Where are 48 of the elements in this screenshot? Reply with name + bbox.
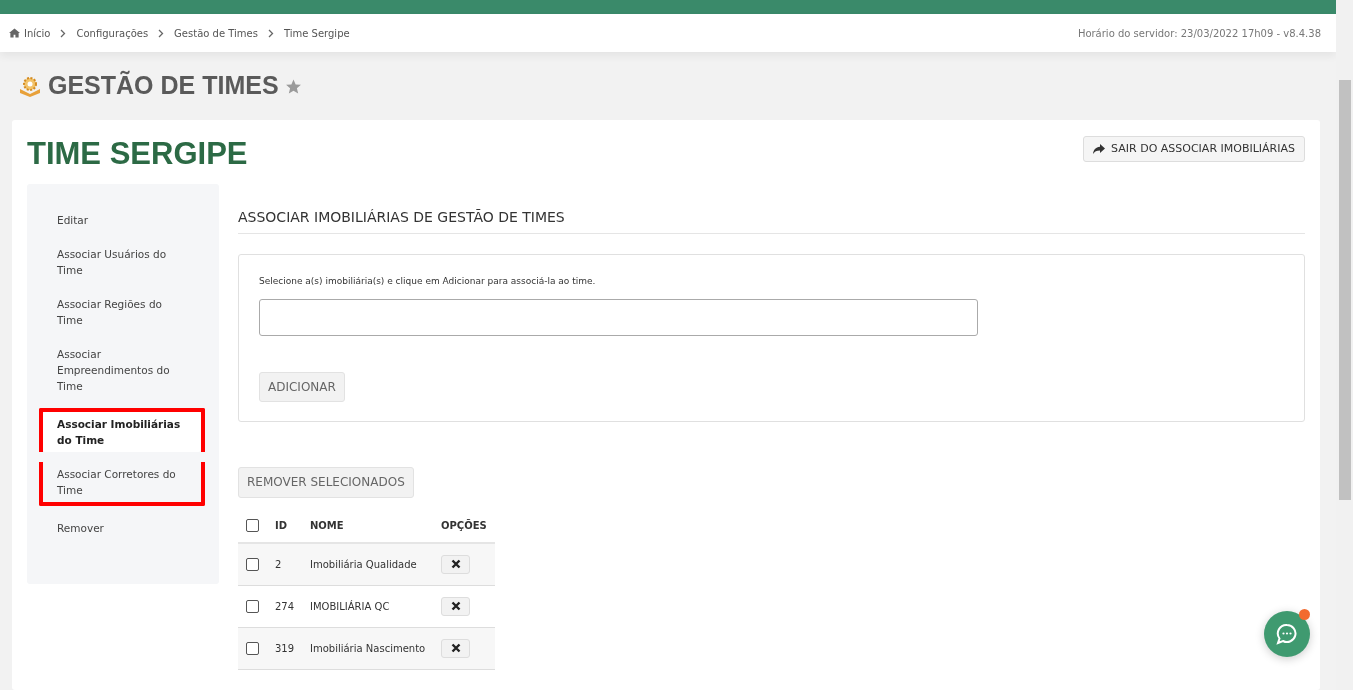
sidebar-item[interactable]: Associar Usuários do Time: [43, 242, 201, 282]
sidebar-item[interactable]: Associar Regiões do Time: [43, 292, 201, 332]
delete-button[interactable]: [441, 596, 470, 616]
table-cell-text: Imobiliária Qualidade: [310, 557, 418, 572]
table-cell-text: 274: [275, 599, 296, 614]
team-title: TIME SERGIPE: [27, 135, 248, 173]
chat-button[interactable]: [1264, 611, 1310, 657]
table-cell-text: IMOBILIÁRIA QC: [310, 599, 391, 614]
sidebar-item[interactable]: Associar Corretores do Time: [43, 462, 201, 502]
checkbox[interactable]: [246, 641, 259, 655]
sidebar-item[interactable]: Remover: [43, 516, 201, 540]
column-header: OPÇÕES: [441, 518, 487, 533]
star-icon[interactable]: [284, 77, 302, 95]
sidebar-item[interactable]: Associar Imobiliárias do Time: [43, 412, 201, 452]
breadcrumb-link[interactable]: Time Sergipe: [283, 25, 350, 41]
close-icon: [450, 643, 461, 653]
checkbox[interactable]: [246, 519, 259, 532]
chat-bubble-icon: [1276, 623, 1298, 645]
delete-button[interactable]: [441, 638, 470, 658]
close-icon: [450, 601, 461, 611]
form-hint: Selecione a(s) imobiliária(s) e clique em Adicionar para associá-la ao time.: [259, 275, 597, 288]
delete-button[interactable]: [441, 554, 470, 574]
gear-box-icon: [18, 75, 42, 97]
checkbox[interactable]: [246, 599, 259, 613]
column-header: ID: [275, 519, 289, 533]
remove-selected-button[interactable]: REMOVER SELECIONADOS: [238, 466, 414, 498]
add-button[interactable]: ADICIONAR: [259, 371, 345, 402]
chevron-icon: [267, 28, 274, 38]
exit-button[interactable]: SAIR DO ASSOCIAR IMOBILIÁRIAS: [1083, 136, 1305, 162]
home-icon: [9, 28, 20, 38]
breadcrumb-link[interactable]: Início: [24, 25, 51, 41]
share-arrow-icon: [1093, 144, 1106, 154]
sidebar-item[interactable]: Editar: [43, 208, 201, 232]
table-cell-text: 2: [275, 557, 283, 572]
page-title: GESTÃO DE TIMES: [48, 69, 279, 102]
breadcrumb-link[interactable]: Gestão de Times: [174, 25, 258, 41]
column-header: NOME: [310, 519, 345, 533]
sidebar-item[interactable]: Associar Empreendimentos do Time: [43, 342, 201, 398]
search-field[interactable]: [259, 298, 978, 336]
table-cell-text: Imobiliária Nascimento: [310, 641, 427, 656]
section-title: ASSOCIAR IMOBILIÁRIAS DE GESTÃO DE TIMES: [238, 207, 1305, 234]
table-cell-text: 319: [275, 641, 296, 656]
server-time: Horário do servidor: 23/03/2022 17h09 - v8.4.38: [1077, 26, 1321, 41]
checkbox[interactable]: [246, 557, 259, 571]
breadcrumb-link[interactable]: Configurações: [76, 25, 149, 41]
chevron-icon: [60, 28, 67, 38]
chevron-icon: [158, 28, 165, 38]
close-icon: [450, 559, 461, 569]
